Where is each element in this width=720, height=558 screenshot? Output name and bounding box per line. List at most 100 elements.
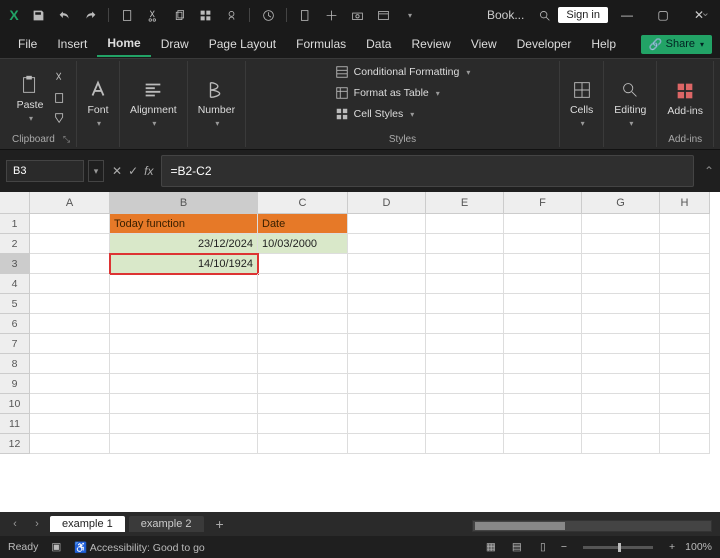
cell[interactable] — [660, 334, 710, 354]
col-header[interactable]: H — [660, 192, 710, 214]
cell[interactable] — [348, 234, 426, 254]
qat-icon-7[interactable] — [371, 3, 395, 27]
zoom-level[interactable]: 100% — [685, 541, 712, 553]
col-header[interactable]: F — [504, 192, 582, 214]
cell[interactable] — [582, 214, 660, 234]
cell[interactable]: Today function — [110, 214, 258, 234]
spreadsheet-grid[interactable]: 1 2 3 4 5 6 7 8 9 10 11 12 A B C D E F G… — [0, 192, 720, 512]
cell[interactable] — [504, 414, 582, 434]
enter-formula-icon[interactable]: ✓ — [128, 164, 138, 178]
cell[interactable] — [660, 254, 710, 274]
cell[interactable] — [504, 374, 582, 394]
copy-icon[interactable] — [167, 3, 191, 27]
cell[interactable] — [30, 414, 110, 434]
formula-input[interactable]: =B2-C2 — [161, 155, 693, 187]
cell[interactable] — [258, 374, 348, 394]
cell[interactable] — [504, 294, 582, 314]
camera-icon[interactable] — [345, 3, 369, 27]
paste-button[interactable]: Paste ▾ — [13, 72, 48, 125]
cell[interactable] — [348, 314, 426, 334]
row-header[interactable]: 12 — [0, 434, 30, 454]
row-header[interactable]: 3 — [0, 254, 30, 274]
cell[interactable] — [660, 314, 710, 334]
cell[interactable] — [660, 394, 710, 414]
cells-button[interactable]: Cells ▾ — [566, 77, 597, 130]
cell[interactable] — [110, 434, 258, 454]
editing-button[interactable]: Editing ▾ — [610, 77, 650, 130]
cell[interactable] — [426, 314, 504, 334]
cell[interactable] — [660, 374, 710, 394]
horizontal-scrollbar[interactable] — [472, 520, 712, 532]
tab-draw[interactable]: Draw — [151, 32, 199, 56]
cell[interactable] — [426, 354, 504, 374]
row-header[interactable]: 4 — [0, 274, 30, 294]
search-icon[interactable] — [532, 3, 556, 27]
qat-icon-6[interactable] — [319, 3, 343, 27]
select-all-corner[interactable] — [0, 192, 30, 214]
col-header[interactable]: E — [426, 192, 504, 214]
sheet-tab-active[interactable]: example 1 — [50, 516, 125, 532]
cell[interactable]: 10/03/2000 — [258, 234, 348, 254]
cell[interactable] — [348, 254, 426, 274]
cell[interactable] — [426, 234, 504, 254]
tab-file[interactable]: File — [8, 32, 47, 56]
cell[interactable] — [258, 314, 348, 334]
cell[interactable] — [258, 434, 348, 454]
number-button[interactable]: Number ▾ — [194, 77, 239, 130]
sheet-tab[interactable]: example 2 — [129, 516, 204, 532]
tab-formulas[interactable]: Formulas — [286, 32, 356, 56]
cell[interactable] — [582, 294, 660, 314]
format-painter-button[interactable] — [51, 109, 69, 127]
cell[interactable] — [426, 394, 504, 414]
cell[interactable] — [110, 354, 258, 374]
cell[interactable] — [426, 434, 504, 454]
tab-review[interactable]: Review — [401, 32, 460, 56]
cell[interactable] — [30, 434, 110, 454]
col-header[interactable]: C — [258, 192, 348, 214]
cell[interactable] — [582, 274, 660, 294]
col-header[interactable]: D — [348, 192, 426, 214]
cell[interactable] — [30, 354, 110, 374]
row-header[interactable]: 7 — [0, 334, 30, 354]
format-as-table-button[interactable]: Format as Table▾ — [332, 84, 443, 102]
cell[interactable] — [582, 394, 660, 414]
addins-button[interactable]: Add-ins — [663, 78, 707, 119]
cell[interactable] — [30, 394, 110, 414]
view-page-break-icon[interactable]: ▯ — [535, 539, 551, 555]
cell[interactable] — [348, 334, 426, 354]
cell[interactable] — [258, 334, 348, 354]
cell[interactable]: 23/12/2024 — [110, 234, 258, 254]
row-header[interactable]: 2 — [0, 234, 30, 254]
row-header[interactable]: 8 — [0, 354, 30, 374]
cell[interactable] — [110, 274, 258, 294]
cell[interactable] — [348, 214, 426, 234]
sheet-nav-prev-icon[interactable]: ‹ — [6, 515, 24, 533]
cell[interactable] — [660, 354, 710, 374]
qat-dropdown-icon[interactable]: ▾ — [397, 3, 421, 27]
cell[interactable] — [426, 274, 504, 294]
cell[interactable] — [582, 354, 660, 374]
cell[interactable] — [30, 334, 110, 354]
add-sheet-button[interactable]: + — [208, 516, 232, 532]
cell[interactable] — [348, 434, 426, 454]
cell[interactable] — [348, 374, 426, 394]
zoom-slider[interactable] — [583, 546, 653, 549]
row-header[interactable]: 1 — [0, 214, 30, 234]
cell[interactable] — [30, 214, 110, 234]
qat-icon-2[interactable] — [193, 3, 217, 27]
cell[interactable] — [426, 334, 504, 354]
cell[interactable] — [426, 214, 504, 234]
cell[interactable] — [258, 394, 348, 414]
zoom-in-button[interactable]: + — [669, 541, 675, 553]
cell[interactable] — [582, 434, 660, 454]
share-button[interactable]: 🔗Share▾ — [641, 35, 712, 54]
cell[interactable] — [348, 294, 426, 314]
cell[interactable] — [110, 374, 258, 394]
cell[interactable] — [426, 414, 504, 434]
qat-icon-5[interactable] — [293, 3, 317, 27]
cell[interactable] — [582, 414, 660, 434]
col-header[interactable]: A — [30, 192, 110, 214]
cut-button[interactable] — [51, 69, 69, 87]
sheet-nav-next-icon[interactable]: › — [28, 515, 46, 533]
row-header[interactable]: 6 — [0, 314, 30, 334]
